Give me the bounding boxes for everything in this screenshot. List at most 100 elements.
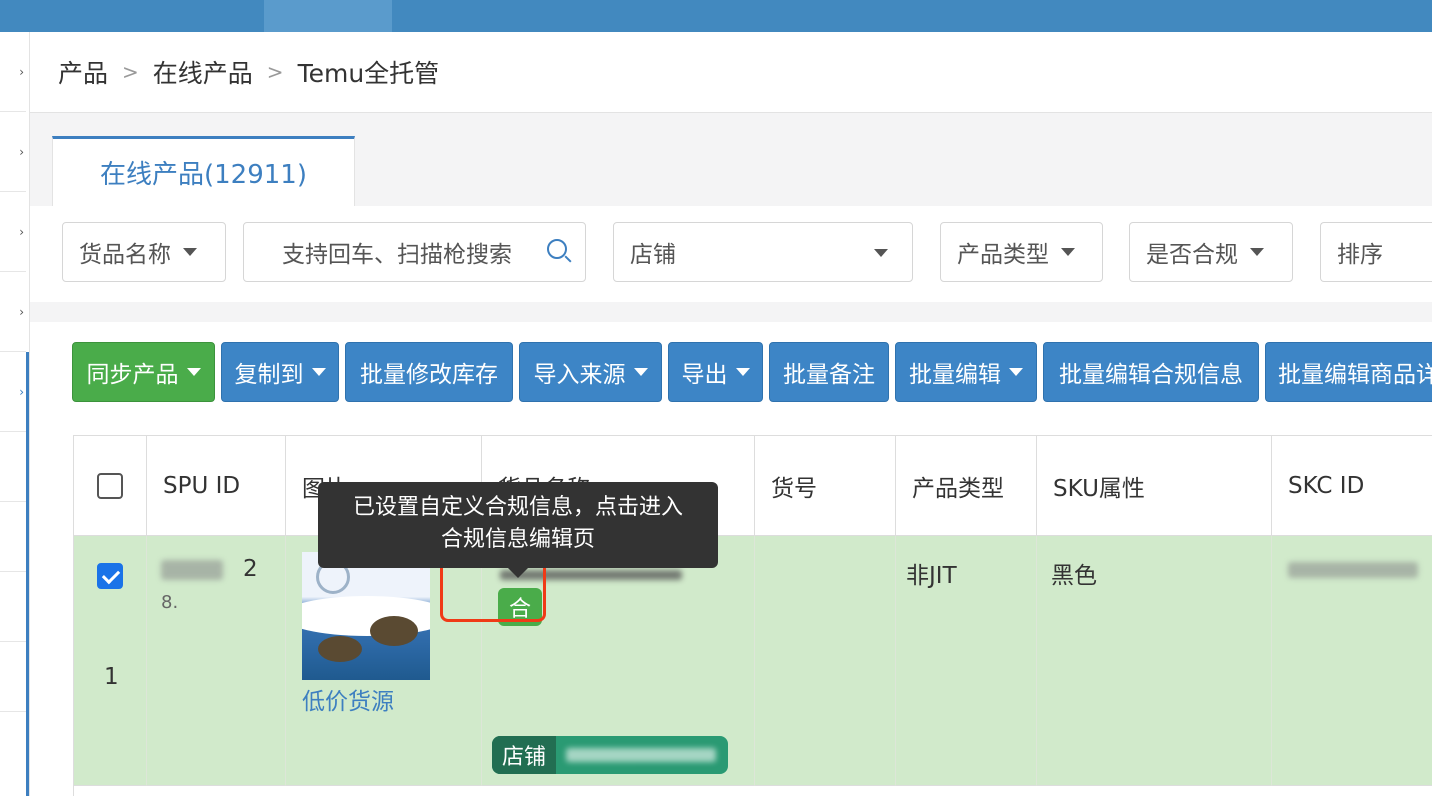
- spu-id-fragment-2: 8.: [161, 592, 179, 613]
- batch-note-button[interactable]: 批量备注: [769, 342, 889, 402]
- table-header: SPU ID 图片 货品名称 货号 产品类型 SKU属性 SKC ID: [74, 436, 1432, 536]
- compliance-select-label: 是否合规: [1146, 242, 1238, 268]
- skc-id-redacted: [1288, 562, 1418, 578]
- app-window: › › › › › 产品 > 在线产品 > Temu全托管 在线产品(12911…: [0, 0, 1432, 796]
- batch-compliance-label: 批量编辑合规信息: [1059, 362, 1243, 388]
- batch-compliance-button[interactable]: 批量编辑合规信息: [1043, 342, 1259, 402]
- sidebar-item-1[interactable]: ›: [0, 32, 26, 112]
- store-name-redacted: [566, 748, 717, 762]
- sidebar-subitem-3[interactable]: [0, 572, 26, 642]
- turtle-icon: [370, 616, 418, 646]
- batch-edit-button[interactable]: 批量编辑: [895, 342, 1037, 402]
- copy-to-label: 复制到: [234, 362, 304, 388]
- top-nav-active-item[interactable]: [264, 0, 392, 32]
- left-sidebar: › › › › ›: [0, 32, 30, 796]
- copy-to-button[interactable]: 复制到: [221, 342, 339, 402]
- chevron-right-icon: ›: [19, 144, 24, 159]
- store-tag-label: 店铺: [492, 736, 557, 774]
- skc-id-cell: [1272, 536, 1432, 786]
- caret-down-icon: [186, 368, 201, 376]
- tab-online-products[interactable]: 在线产品(12911): [52, 136, 355, 206]
- content-panel: 同步产品 复制到 批量修改库存 导入来源 导出 批量备注 批量编辑 批量编辑合规…: [30, 322, 1432, 796]
- caret-down-icon: [1061, 248, 1075, 256]
- search-icon[interactable]: [547, 239, 567, 259]
- tooltip-line-2: 合规信息编辑页: [440, 527, 595, 552]
- product-thumbnail[interactable]: [302, 552, 430, 680]
- table-row[interactable]: 1 2 8. 低价货源 合 店铺 非JIT 黑色: [74, 536, 1432, 786]
- product-type-select-label: 产品类型: [957, 242, 1049, 268]
- header-sku-code: 货号: [755, 436, 896, 536]
- caret-down-icon: [1009, 368, 1023, 376]
- batch-goods-detail-label: 批量编辑商品详: [1278, 362, 1432, 388]
- search-placeholder: 支持回车、扫描枪搜索: [282, 242, 512, 268]
- sidebar-item-4[interactable]: ›: [0, 272, 26, 352]
- main-panel: 产品 > 在线产品 > Temu全托管 在线产品(12911) 货品名称 支持回…: [30, 32, 1432, 796]
- chevron-right-icon: ›: [19, 224, 24, 239]
- product-type-select[interactable]: 产品类型: [940, 222, 1103, 282]
- product-type-value: 非JIT: [906, 563, 957, 589]
- breadcrumb: 产品 > 在线产品 > Temu全托管: [30, 32, 1432, 113]
- batch-note-label: 批量备注: [783, 362, 875, 388]
- batch-stock-label: 批量修改库存: [360, 362, 498, 388]
- caret-down-icon: [874, 249, 888, 257]
- compliance-tooltip: 已设置自定义合规信息，点击进入 合规信息编辑页: [318, 482, 718, 578]
- caret-down-icon: [735, 368, 750, 376]
- caret-down-icon: [311, 368, 326, 376]
- caret-down-icon: [1250, 248, 1264, 256]
- row-index: 1: [104, 664, 119, 690]
- spu-id-fragment: 2: [243, 556, 258, 582]
- sidebar-subitem-2[interactable]: [0, 502, 26, 572]
- export-button[interactable]: 导出: [668, 342, 763, 402]
- header-product-type: 产品类型: [896, 436, 1037, 536]
- sort-select[interactable]: 排序: [1320, 222, 1432, 282]
- store-select-label: 店铺: [630, 242, 676, 268]
- sku-attr-cell: 黑色: [1037, 536, 1272, 786]
- row-select-cell: 1: [74, 536, 147, 786]
- row-checkbox[interactable]: [97, 563, 123, 589]
- sort-select-label: 排序: [1337, 242, 1383, 268]
- header-sku-attr: SKU属性: [1037, 436, 1272, 536]
- sync-products-label: 同步产品: [86, 362, 179, 388]
- low-price-source-link[interactable]: 低价货源: [302, 682, 394, 716]
- turtle-icon: [318, 636, 362, 662]
- sync-products-button[interactable]: 同步产品: [72, 342, 215, 402]
- breadcrumb-separator: >: [122, 60, 139, 84]
- compliance-select[interactable]: 是否合规: [1129, 222, 1293, 282]
- tooltip-line-1: 已设置自定义合规信息，点击进入: [352, 495, 683, 520]
- chevron-right-icon: ›: [19, 64, 24, 79]
- filter-bar: 货品名称 支持回车、扫描枪搜索 店铺 产品类型 是否合规 排序: [30, 206, 1432, 302]
- products-table: SPU ID 图片 货品名称 货号 产品类型 SKU属性 SKC ID 1: [73, 435, 1432, 796]
- breadcrumb-separator: >: [266, 60, 284, 84]
- spu-id-cell: 2 8.: [147, 536, 286, 786]
- import-source-label: 导入来源: [533, 362, 626, 388]
- store-tag: 店铺: [492, 736, 728, 774]
- batch-goods-detail-button[interactable]: 批量编辑商品详: [1265, 342, 1432, 402]
- sidebar-item-3[interactable]: ›: [0, 192, 26, 272]
- store-select[interactable]: 店铺: [613, 222, 913, 282]
- caret-down-icon: [633, 368, 648, 376]
- sidebar-item-2[interactable]: ›: [0, 112, 26, 192]
- sidebar-active-indicator: [26, 352, 29, 796]
- breadcrumb-item-online[interactable]: 在线产品: [153, 54, 253, 90]
- header-spu-id[interactable]: SPU ID: [147, 436, 286, 536]
- sidebar-item-products[interactable]: ›: [0, 352, 26, 432]
- caret-down-icon: [183, 248, 197, 256]
- sidebar-subitem-1[interactable]: [0, 432, 26, 502]
- breadcrumb-item-products[interactable]: 产品: [58, 54, 108, 90]
- spu-id-redacted: [161, 560, 223, 580]
- search-input[interactable]: 支持回车、扫描枪搜索: [243, 222, 586, 282]
- sidebar-subitem-4[interactable]: [0, 642, 26, 712]
- select-all-checkbox[interactable]: [97, 473, 123, 499]
- sku-code-cell: [755, 536, 896, 786]
- chevron-right-icon: ›: [19, 304, 24, 319]
- goods-name-select[interactable]: 货品名称: [62, 222, 226, 282]
- export-label: 导出: [681, 362, 728, 388]
- header-select-all: [74, 436, 147, 536]
- top-nav-bar: [0, 0, 1432, 32]
- sku-attr-value: 黑色: [1051, 563, 1097, 589]
- import-source-button[interactable]: 导入来源: [519, 342, 662, 402]
- breadcrumb-item-temu: Temu全托管: [297, 59, 440, 88]
- product-type-cell: 非JIT: [896, 536, 1037, 786]
- batch-edit-label: 批量编辑: [909, 362, 1001, 388]
- batch-stock-button[interactable]: 批量修改库存: [345, 342, 513, 402]
